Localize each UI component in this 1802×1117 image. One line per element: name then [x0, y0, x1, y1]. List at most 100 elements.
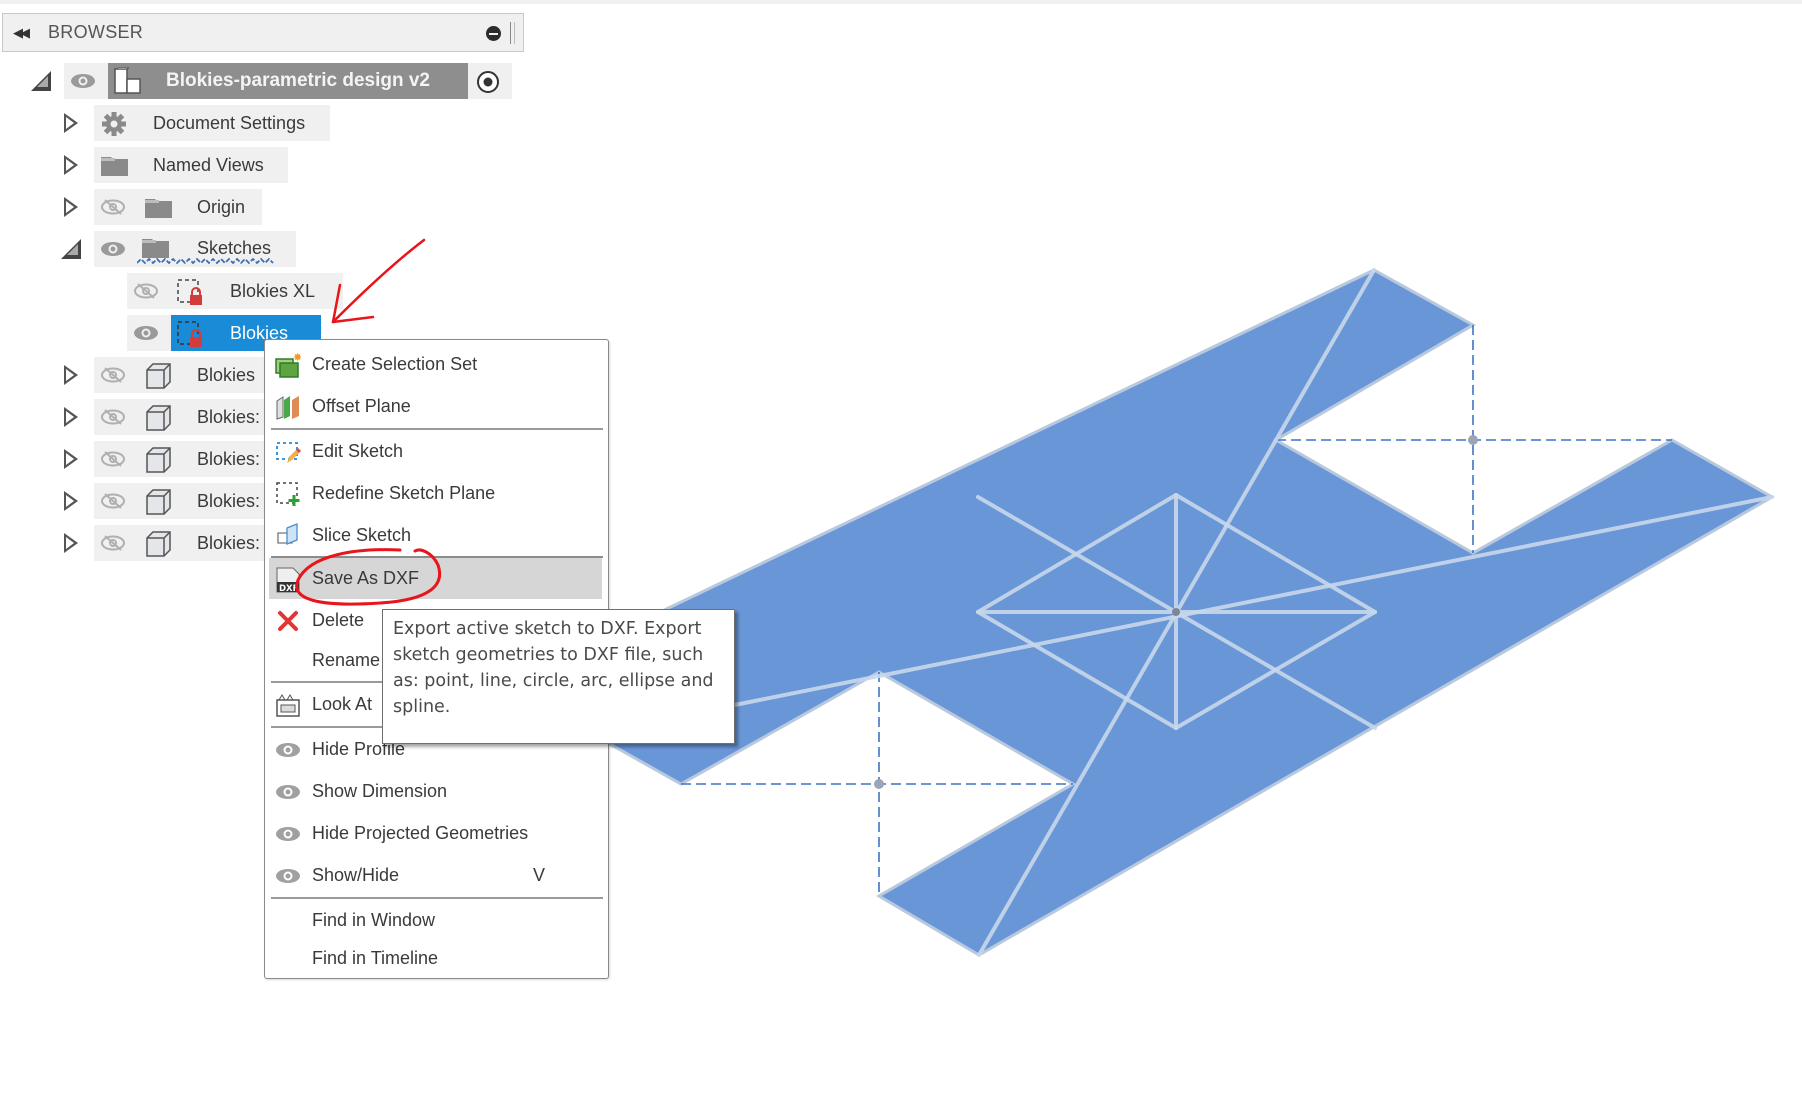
- menu-item-slice-sketch[interactable]: Slice Sketch: [269, 515, 602, 555]
- slice-sketch-icon: [277, 523, 298, 545]
- folder-icon: [145, 199, 172, 218]
- gear-icon: [102, 112, 126, 136]
- component-icon: [114, 67, 141, 94]
- eye-icon[interactable]: [133, 325, 159, 341]
- menu-item-label: Redefine Sketch Plane: [312, 482, 496, 503]
- menu-item-label: Find in Window: [312, 909, 436, 930]
- menu-item-label: Create Selection Set: [312, 353, 478, 374]
- sketch-geometry: [558, 268, 1776, 957]
- expand-triangle-icon[interactable]: [64, 365, 78, 385]
- body-icon: [146, 447, 171, 473]
- edit-sketch-icon: [276, 442, 301, 463]
- menu-item-label: Find in Timeline: [312, 947, 439, 968]
- menu-item-edit-sketch[interactable]: Edit Sketch: [269, 431, 602, 471]
- tree-item-label: Blokies XL: [230, 281, 316, 301]
- root-label[interactable]: Blokies-parametric design v2: [166, 70, 430, 92]
- tree-item-body[interactable]: Blokies:: [0, 525, 270, 561]
- redefine-sketch-plane-icon: [276, 482, 300, 506]
- tree-item-label: Blokies:: [197, 407, 261, 427]
- menu-item-label: Save As DXF: [312, 568, 420, 588]
- eye-icon: [276, 827, 300, 841]
- menu-item-find-in-timeline[interactable]: Find in Timeline: [269, 938, 602, 978]
- body-icon: [146, 489, 171, 515]
- tree-item-label: Sketches: [197, 238, 272, 258]
- menu-separator: [271, 428, 603, 430]
- expand-triangle-icon[interactable]: [64, 533, 78, 553]
- menu-item-offset-plane[interactable]: Offset Plane: [269, 386, 602, 426]
- browser-title: BROWSER: [48, 22, 144, 42]
- eye-hidden-icon[interactable]: [100, 199, 126, 215]
- tree-item-label: Blokies:: [197, 491, 261, 511]
- tree-item-label: Blokies:: [197, 533, 261, 553]
- sketch-point: [874, 779, 884, 789]
- tree-item-body[interactable]: Blokies:: [0, 399, 270, 435]
- minus-circle-icon[interactable]: [486, 26, 501, 41]
- menu-item-label: Slice Sketch: [312, 524, 412, 545]
- tree-root[interactable]: Blokies-parametric design v2: [0, 63, 520, 99]
- menu-item-redefine-sketch-plane[interactable]: Redefine Sketch Plane: [269, 473, 602, 513]
- panel-resize-grip[interactable]: [510, 22, 515, 44]
- expand-triangle-icon[interactable]: [64, 491, 78, 511]
- svg-text:✸: ✸: [293, 352, 301, 364]
- sketch-icon: [177, 321, 202, 347]
- menu-item-create-selection-set[interactable]: ✸ Create Selection Set: [269, 344, 602, 384]
- tree-item-sketch-blokies-xl[interactable]: Blokies XL: [0, 273, 345, 309]
- tree-item-sketches[interactable]: Sketches: [0, 231, 310, 267]
- eye-icon: [276, 869, 300, 883]
- menu-item-shortcut: V: [533, 864, 546, 885]
- eye-hidden-icon[interactable]: [100, 493, 126, 509]
- tree-item-label: Document Settings: [153, 113, 306, 133]
- dxf-file-icon: DXF: [276, 567, 300, 593]
- radio-active-icon[interactable]: [475, 69, 501, 95]
- menu-item-show-hide[interactable]: Show/Hide V: [269, 855, 602, 895]
- eye-icon: [276, 743, 300, 757]
- tree-item-label: Named Views: [153, 155, 264, 175]
- eye-hidden-icon[interactable]: [100, 535, 126, 551]
- delete-x-icon: [278, 611, 298, 631]
- tree-item-body[interactable]: Blokies:: [0, 483, 270, 519]
- eye-icon[interactable]: [100, 241, 126, 257]
- menu-item-label: Delete: [312, 609, 365, 630]
- menu-item-show-dimension[interactable]: Show Dimension: [269, 771, 602, 811]
- expand-triangle-icon[interactable]: [64, 113, 78, 133]
- sketch-icon: [177, 279, 202, 305]
- menu-item-label: Hide Projected Geometries: [312, 822, 529, 843]
- sketch-center-point: [1172, 608, 1180, 616]
- tooltip: Export active sketch to DXF. Export sket…: [382, 609, 735, 744]
- svg-text:DXF: DXF: [279, 584, 299, 593]
- eye-hidden-icon[interactable]: [100, 367, 126, 383]
- eye-hidden-icon[interactable]: [100, 451, 126, 467]
- sketch-point: [1468, 435, 1478, 445]
- menu-item-label: Look At: [312, 693, 373, 714]
- menu-item-label: Rename: [312, 649, 381, 670]
- tree-item-body[interactable]: Blokies:: [0, 441, 270, 477]
- eye-hidden-icon[interactable]: [100, 409, 126, 425]
- warning-squiggle-icon: [137, 257, 274, 265]
- eye-icon: [276, 785, 300, 799]
- browser-panel-header: ◀◀ BROWSER: [2, 13, 524, 52]
- menu-separator: [271, 897, 603, 899]
- body-icon: [146, 531, 171, 557]
- tree-item-document-settings[interactable]: Document Settings: [0, 105, 340, 141]
- menu-item-label: Show Dimension: [312, 780, 448, 801]
- menu-item-label: Offset Plane: [312, 395, 411, 416]
- tree-item-body[interactable]: Blokies: [0, 357, 270, 393]
- expand-triangle-icon[interactable]: [64, 407, 78, 427]
- tree-item-origin[interactable]: Origin: [0, 189, 280, 225]
- offset-plane-icon: [276, 396, 299, 420]
- tree-item-named-views[interactable]: Named Views: [0, 147, 300, 183]
- eye-hidden-icon[interactable]: [133, 283, 159, 299]
- expand-triangle-icon[interactable]: [64, 449, 78, 469]
- menu-item-find-in-window[interactable]: Find in Window: [269, 900, 602, 940]
- menu-item-hide-projected-geometries[interactable]: Hide Projected Geometries: [269, 813, 602, 853]
- folder-icon: [101, 157, 128, 176]
- menu-item-label: Edit Sketch: [312, 440, 404, 461]
- collapse-triangle-icon[interactable]: [61, 239, 81, 259]
- collapse-triangle-icon[interactable]: [31, 71, 51, 91]
- selection-set-icon: ✸: [275, 352, 301, 378]
- menu-item-save-as-dxf[interactable]: DXF Save As DXF: [269, 558, 602, 599]
- eye-icon[interactable]: [70, 73, 96, 89]
- expand-triangle-icon[interactable]: [64, 197, 78, 217]
- expand-triangle-icon[interactable]: [64, 155, 78, 175]
- double-chevron-left-icon[interactable]: ◀◀: [13, 25, 35, 41]
